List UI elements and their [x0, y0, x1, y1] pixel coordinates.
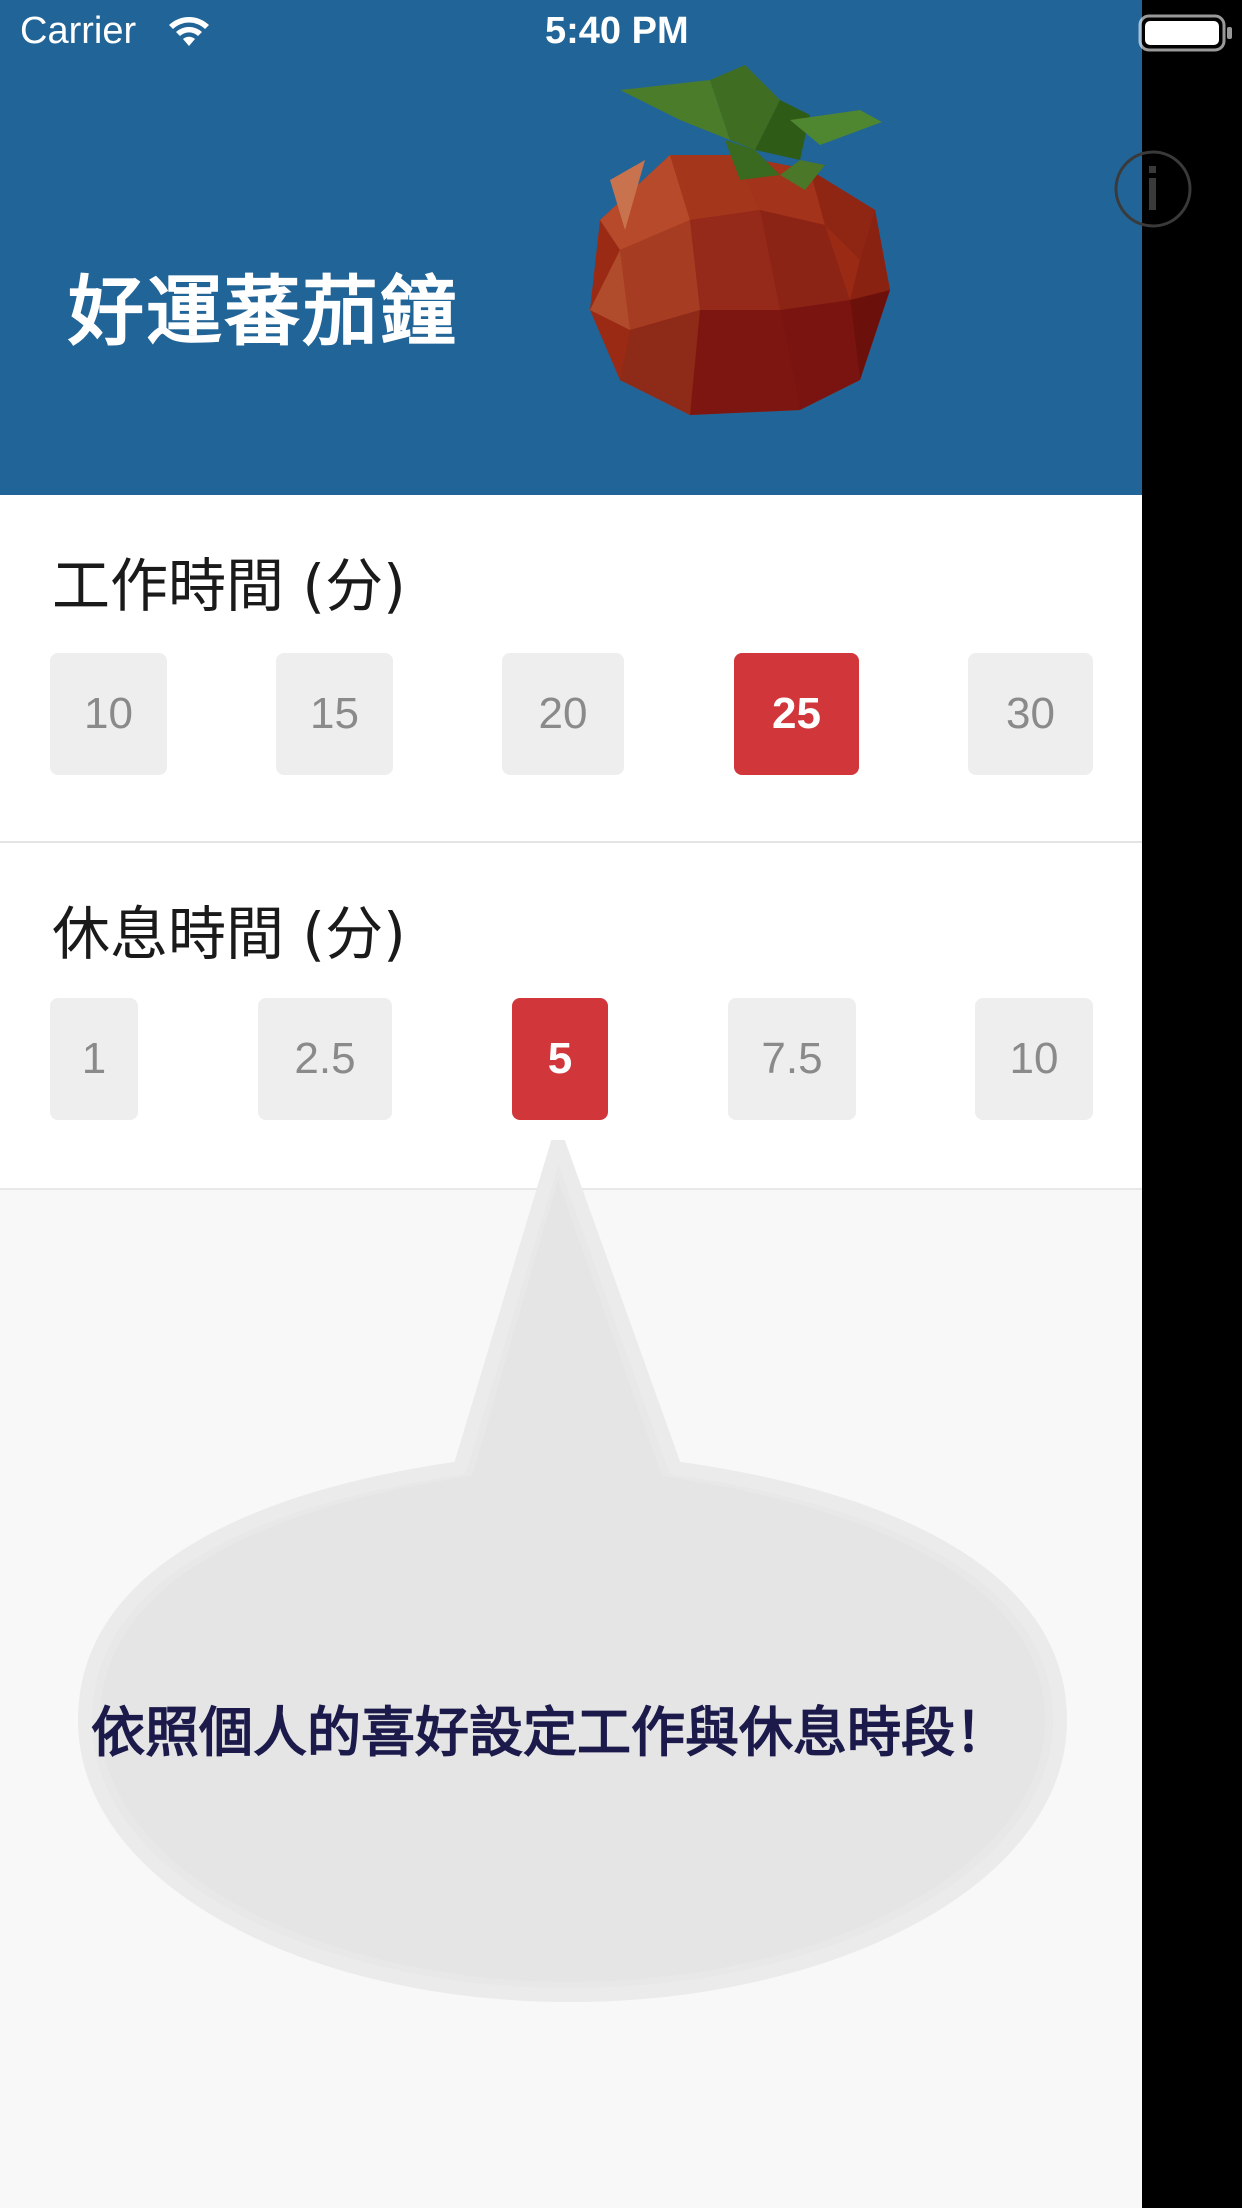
- wifi-icon: [169, 17, 209, 46]
- app-header: 好運蕃茄鐘: [0, 0, 1142, 495]
- rest-option-7-5[interactable]: 7.5: [728, 998, 856, 1120]
- info-icon[interactable]: [1112, 148, 1194, 230]
- rest-option-1[interactable]: 1: [50, 998, 138, 1120]
- work-option-20[interactable]: 20: [502, 653, 624, 775]
- tomato-icon: [590, 65, 890, 415]
- tooltip-text: 依照個人的喜好設定工作與休息時段！: [91, 1701, 1009, 1764]
- work-option-30[interactable]: 30: [968, 653, 1093, 775]
- app-screen: 好運蕃茄鐘 工作時間 (分) 10 15 20 25 30 休息時間 (分) 1…: [0, 0, 1142, 2208]
- rest-option-5[interactable]: 5: [512, 998, 608, 1120]
- work-option-15[interactable]: 15: [276, 653, 393, 775]
- status-time: 5:40 PM: [545, 10, 689, 52]
- app-title: 好運蕃茄鐘: [68, 267, 458, 356]
- work-time-section: 工作時間 (分) 10 15 20 25 30: [0, 495, 1142, 843]
- rest-option-2-5[interactable]: 2.5: [258, 998, 392, 1120]
- work-option-25[interactable]: 25: [734, 653, 859, 775]
- status-bar: Carrier 5:40 PM: [0, 0, 1242, 66]
- rest-option-10[interactable]: 10: [975, 998, 1093, 1120]
- battery-icon: [1138, 14, 1232, 52]
- work-option-10[interactable]: 10: [50, 653, 167, 775]
- work-time-title: 工作時間 (分): [52, 552, 406, 620]
- carrier-label: Carrier: [20, 10, 137, 52]
- tooltip-bubble: [78, 1140, 1067, 2002]
- rest-time-section: 休息時間 (分) 1 2.5 5 7.5 10: [0, 843, 1142, 1190]
- rest-time-title: 休息時間 (分): [52, 900, 406, 968]
